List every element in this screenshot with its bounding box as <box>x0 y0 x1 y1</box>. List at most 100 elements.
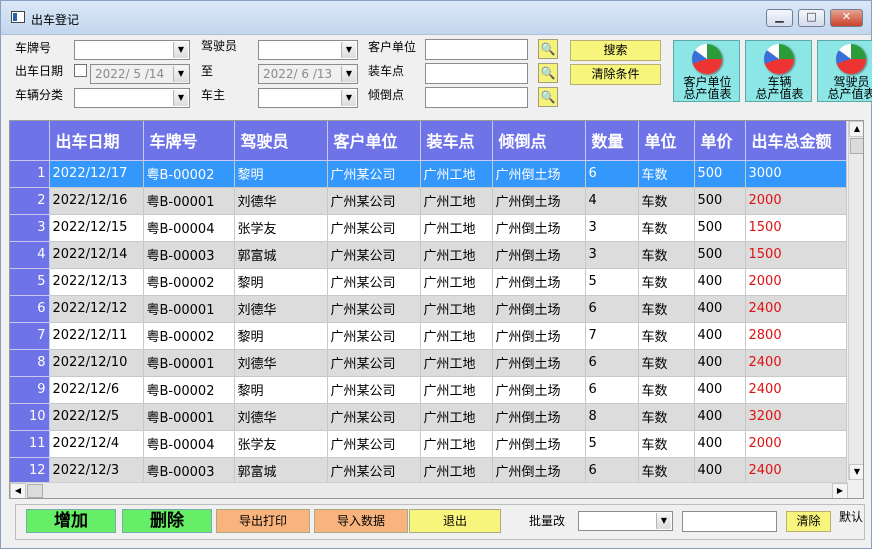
cell-date[interactable]: 2022/12/15 <box>49 214 144 242</box>
cell-customer[interactable]: 广州某公司 <box>327 349 421 377</box>
cell-customer[interactable]: 广州某公司 <box>327 403 421 431</box>
cell-dump[interactable]: 广州倒土场 <box>492 403 586 431</box>
cell-loading[interactable]: 广州工地 <box>420 349 493 377</box>
chevron-down-icon[interactable]: ▼ <box>173 90 188 106</box>
import-data-button[interactable]: 导入数据 <box>314 509 408 533</box>
vehicle-report-button[interactable]: 车辆 总产值表 <box>745 40 812 102</box>
cell-customer[interactable]: 广州某公司 <box>327 187 421 215</box>
column-header[interactable]: 倾倒点 <box>492 121 586 161</box>
cell-qty[interactable]: 3 <box>585 214 639 242</box>
chevron-down-icon[interactable]: ▼ <box>341 90 356 106</box>
add-button[interactable]: 增加 <box>26 509 116 533</box>
cell-price[interactable]: 400 <box>694 322 746 350</box>
cell-plate[interactable]: 粤B-00001 <box>143 187 235 215</box>
cell-dump[interactable]: 广州倒土场 <box>492 295 586 323</box>
cell-date[interactable]: 2022/12/12 <box>49 295 144 323</box>
maximize-button[interactable]: □ <box>798 9 825 27</box>
plate-combo[interactable]: ▼ <box>74 40 190 60</box>
cell-qty[interactable]: 3 <box>585 241 639 269</box>
table-row[interactable]: 4 2022/12/14 粤B-00003 郭富城 广州某公司 广州工地 广州倒土场 3 车数 5… <box>10 241 847 269</box>
cell-driver[interactable]: 刘德华 <box>234 403 328 431</box>
cell-price[interactable]: 400 <box>694 403 746 431</box>
cell-qty[interactable]: 6 <box>585 457 639 485</box>
cell-plate[interactable]: 粤B-00002 <box>143 268 235 296</box>
row-number[interactable]: 8 <box>10 349 50 377</box>
cell-plate[interactable]: 粤B-00001 <box>143 403 235 431</box>
loading-search-icon[interactable]: 🔍 <box>538 63 558 83</box>
cell-qty[interactable]: 4 <box>585 187 639 215</box>
cell-customer[interactable]: 广州某公司 <box>327 322 421 350</box>
row-number[interactable]: 7 <box>10 322 50 350</box>
date-filter-checkbox[interactable] <box>74 64 87 77</box>
cell-price[interactable]: 400 <box>694 457 746 485</box>
cell-plate[interactable]: 粤B-00001 <box>143 349 235 377</box>
cell-customer[interactable]: 广州某公司 <box>327 241 421 269</box>
row-number[interactable]: 9 <box>10 376 50 404</box>
table-row[interactable]: 6 2022/12/12 粤B-00001 刘德华 广州某公司 广州工地 广州倒土场 6 车数 4… <box>10 295 847 323</box>
cell-unit[interactable]: 车数 <box>638 322 695 350</box>
scroll-down-icon[interactable]: ▼ <box>849 464 863 480</box>
column-header[interactable]: 车牌号 <box>143 121 235 161</box>
cell-dump[interactable]: 广州倒土场 <box>492 268 586 296</box>
cell-date[interactable]: 2022/12/6 <box>49 376 144 404</box>
cell-price[interactable]: 400 <box>694 376 746 404</box>
cell-qty[interactable]: 6 <box>585 160 639 188</box>
row-number[interactable]: 4 <box>10 241 50 269</box>
cell-loading[interactable]: 广州工地 <box>420 187 493 215</box>
driver-combo[interactable]: ▼ <box>258 40 358 60</box>
cell-total[interactable]: 2000 <box>745 430 847 458</box>
cell-qty[interactable]: 7 <box>585 322 639 350</box>
scroll-thumb[interactable] <box>850 138 863 154</box>
cell-date[interactable]: 2022/12/3 <box>49 457 144 485</box>
cell-price[interactable]: 500 <box>694 241 746 269</box>
cell-date[interactable]: 2022/12/13 <box>49 268 144 296</box>
cell-total[interactable]: 1500 <box>745 241 847 269</box>
cell-plate[interactable]: 粤B-00003 <box>143 241 235 269</box>
minimize-button[interactable]: ▁ <box>766 9 793 27</box>
cell-dump[interactable]: 广州倒土场 <box>492 349 586 377</box>
cell-plate[interactable]: 粤B-00004 <box>143 430 235 458</box>
date-from-picker[interactable]: 2022/ 5 /14 ▼ <box>90 64 190 84</box>
column-header[interactable]: 数量 <box>585 121 639 161</box>
cell-qty[interactable]: 8 <box>585 403 639 431</box>
cell-unit[interactable]: 车数 <box>638 241 695 269</box>
chevron-down-icon[interactable]: ▼ <box>656 513 671 529</box>
cell-customer[interactable]: 广州某公司 <box>327 295 421 323</box>
cell-total[interactable]: 1500 <box>745 214 847 242</box>
cell-driver[interactable]: 黎明 <box>234 268 328 296</box>
batch-value-input[interactable] <box>682 511 777 532</box>
column-header[interactable]: 出车总金额 <box>745 121 847 161</box>
dump-search-icon[interactable]: 🔍 <box>538 87 558 107</box>
cell-total[interactable]: 2800 <box>745 322 847 350</box>
cell-total[interactable]: 2400 <box>745 295 847 323</box>
cell-price[interactable]: 500 <box>694 214 746 242</box>
exit-button[interactable]: 退出 <box>409 509 501 533</box>
cell-unit[interactable]: 车数 <box>638 160 695 188</box>
cell-dump[interactable]: 广州倒土场 <box>492 241 586 269</box>
cell-date[interactable]: 2022/12/11 <box>49 322 144 350</box>
column-header[interactable]: 单位 <box>638 121 695 161</box>
cell-price[interactable]: 400 <box>694 349 746 377</box>
table-row[interactable]: 10 2022/12/5 粤B-00001 刘德华 广州某公司 广州工地 广州倒土场 8 车数 4… <box>10 403 847 431</box>
cell-customer[interactable]: 广州某公司 <box>327 430 421 458</box>
cell-qty[interactable]: 6 <box>585 376 639 404</box>
cell-date[interactable]: 2022/12/5 <box>49 403 144 431</box>
cell-total[interactable]: 3000 <box>745 160 847 188</box>
dump-input[interactable] <box>425 87 528 108</box>
cell-total[interactable]: 3200 <box>745 403 847 431</box>
cell-unit[interactable]: 车数 <box>638 457 695 485</box>
cell-driver[interactable]: 黎明 <box>234 376 328 404</box>
cell-dump[interactable]: 广州倒土场 <box>492 214 586 242</box>
cell-plate[interactable]: 粤B-00002 <box>143 376 235 404</box>
batch-field-combo[interactable]: ▼ <box>578 511 673 531</box>
cell-plate[interactable]: 粤B-00001 <box>143 295 235 323</box>
cell-loading[interactable]: 广州工地 <box>420 214 493 242</box>
table-row[interactable]: 2 2022/12/16 粤B-00001 刘德华 广州某公司 广州工地 广州倒土场 4 车数 5… <box>10 187 847 215</box>
cell-unit[interactable]: 车数 <box>638 349 695 377</box>
cell-unit[interactable]: 车数 <box>638 268 695 296</box>
table-row[interactable]: 7 2022/12/11 粤B-00002 黎明 广州某公司 广州工地 广州倒土场 7 车数 40… <box>10 322 847 350</box>
cell-qty[interactable]: 6 <box>585 295 639 323</box>
column-header[interactable]: 出车日期 <box>49 121 144 161</box>
column-header[interactable]: 单价 <box>694 121 746 161</box>
date-to-picker[interactable]: 2022/ 6 /13 ▼ <box>258 64 358 84</box>
